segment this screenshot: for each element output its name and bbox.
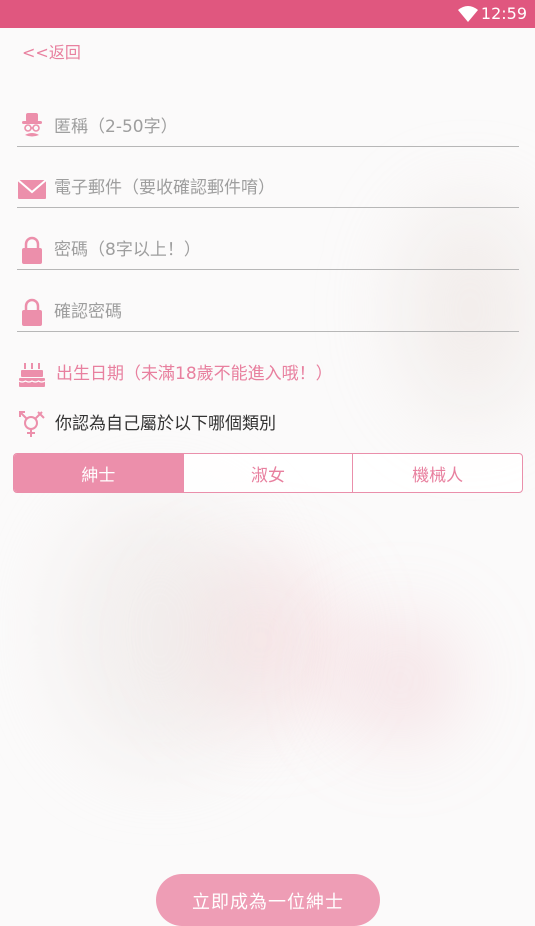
gender-segmented-control: 紳士 淑女 機械人	[13, 453, 523, 493]
email-input[interactable]	[54, 173, 514, 203]
gender-question-label: 你認為自己屬於以下哪個類別	[55, 414, 276, 434]
gentleman-icon	[22, 113, 42, 137]
background-blur	[60, 500, 260, 760]
submit-button[interactable]: 立即成為一位紳士	[156, 874, 380, 926]
cake-icon	[18, 363, 46, 387]
nickname-field	[17, 110, 519, 147]
confirm-password-field	[17, 295, 519, 332]
gender-option-robot[interactable]: 機械人	[352, 454, 522, 492]
password-field	[17, 233, 519, 270]
gender-question: 你認為自己屬於以下哪個類別	[17, 408, 519, 442]
background-blur	[180, 560, 340, 720]
gender-option-gentleman[interactable]: 紳士	[14, 454, 183, 492]
password-input[interactable]	[54, 235, 514, 265]
birthdate-selector[interactable]: 出生日期（未滿18歲不能進入哦！）	[17, 358, 519, 392]
lock-icon	[22, 236, 42, 264]
lock-icon	[22, 298, 42, 326]
envelope-icon	[17, 179, 47, 199]
email-field	[17, 171, 519, 208]
background-blur	[340, 620, 460, 740]
status-time: 12:59	[480, 4, 527, 23]
birthdate-label: 出生日期（未滿18歲不能進入哦！）	[56, 364, 333, 384]
back-button[interactable]: <<返回	[22, 42, 81, 64]
nickname-input[interactable]	[54, 112, 514, 142]
gender-icon	[19, 411, 45, 437]
confirm-password-input[interactable]	[54, 297, 514, 327]
gender-option-lady[interactable]: 淑女	[182, 454, 353, 492]
wifi-icon	[458, 6, 478, 22]
status-bar: 12:59	[0, 0, 535, 28]
